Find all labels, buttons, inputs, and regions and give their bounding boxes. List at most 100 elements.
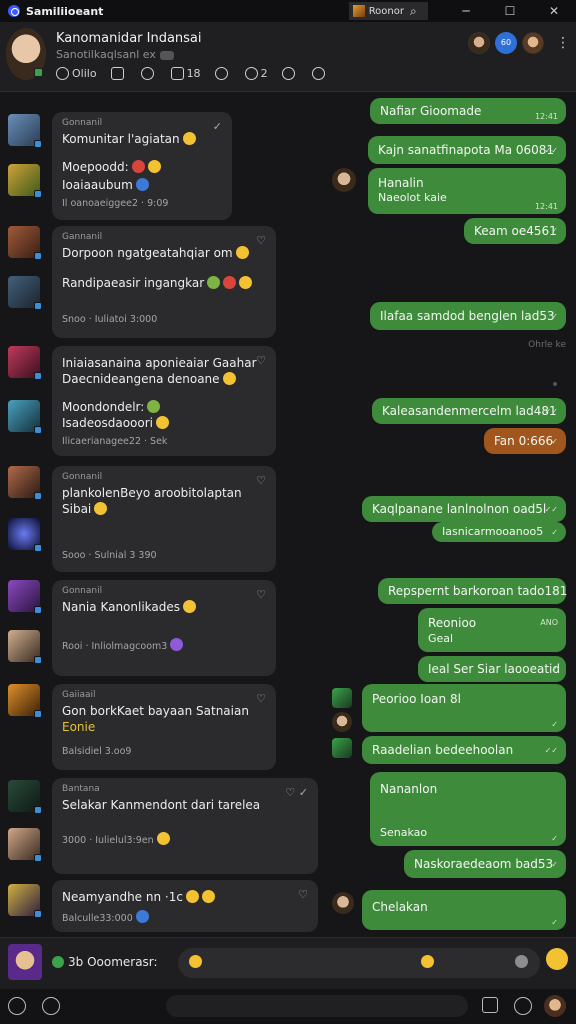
outgoing-message[interactable]: Kaqlpanane lanlnolnon oad5l ✓✓	[362, 496, 566, 522]
emoji-button[interactable]	[140, 67, 157, 80]
attach-icon[interactable]	[8, 997, 26, 1015]
chat-title[interactable]: Kanomanidar Indansai	[56, 31, 202, 46]
sender-avatar[interactable]	[8, 780, 42, 814]
outgoing-message[interactable]: Iasnicarmooanoo5 ✓	[432, 522, 566, 542]
like-heart-icon[interactable]: ♡	[256, 692, 266, 705]
incoming-message[interactable]: ♡ Iniaiasanaina aponieaiar Gaahar Daecni…	[52, 346, 276, 456]
emoji-icon[interactable]	[421, 955, 434, 968]
my-avatar[interactable]	[8, 944, 42, 980]
sender-avatar[interactable]	[8, 400, 42, 434]
plant-emoji-icon	[207, 276, 221, 289]
like-heart-icon[interactable]: ♡	[256, 474, 266, 487]
message-text: Eonie	[62, 720, 96, 734]
app-window: Samiliioeant Roonor ⌕ ─ ☐ ✕ Kanomanidar …	[0, 0, 576, 1024]
smile-emoji-icon	[222, 372, 236, 385]
lock-button[interactable]	[110, 67, 127, 80]
message-meta: Ilicaerianagee22 · Sek	[62, 436, 168, 447]
maximize-button[interactable]: ☐	[488, 4, 532, 18]
like-heart-icon[interactable]: ♡	[298, 888, 308, 901]
incoming-message[interactable]: Gonnanil ♡ plankolenBeyo aroobitolaptan …	[52, 466, 276, 572]
sender-avatar[interactable]	[8, 684, 42, 718]
read-check-icon[interactable]: ✓	[213, 120, 222, 133]
like-heart-icon[interactable]: ♡	[256, 354, 266, 367]
badge-emoji-icon	[135, 910, 149, 923]
people-button[interactable]: Olilo	[56, 67, 97, 80]
like-heart-icon[interactable]: ♡	[256, 234, 266, 247]
message-meta: Snoo · Iuliatoi 3:000	[62, 314, 158, 325]
more-menu-icon[interactable]: ⋮	[556, 35, 570, 51]
message-meta: Il oanoaeiggee2 · 9:09	[62, 198, 169, 209]
outgoing-message[interactable]: Nananlon Senakao ✓	[370, 772, 566, 846]
sender-avatar[interactable]	[8, 276, 42, 310]
close-button[interactable]: ✕	[532, 4, 576, 18]
emoji-icon[interactable]	[189, 955, 202, 968]
outgoing-message[interactable]: Reonioo Geal ANO	[418, 608, 566, 652]
message-text: Neamyandhe nn ·1c	[62, 890, 215, 904]
message-list[interactable]: Gonnanil ✓ Komunitar l'agiatan Moepoodd:…	[0, 92, 576, 937]
outgoing-message[interactable]: Chelakan ✓	[362, 890, 566, 930]
search-button[interactable]	[214, 67, 231, 80]
sender-avatar[interactable]	[8, 114, 42, 148]
sender-avatar[interactable]	[332, 168, 356, 192]
composer-label: 3b Ooomerasr:	[52, 955, 158, 969]
incoming-message[interactable]: Gannanil ♡ Dorpoon ngatgeatahqiar om Ran…	[52, 226, 276, 338]
outgoing-message[interactable]: Naskoraedeaom bad53 ✓	[404, 850, 566, 878]
profile-avatar[interactable]	[544, 995, 566, 1017]
plant-emoji-icon	[147, 400, 161, 413]
incoming-message[interactable]: Bantana ♡ ✓ Selakar Kanmendont dari tare…	[52, 778, 318, 874]
sticker-icon[interactable]	[482, 997, 498, 1013]
tools-button[interactable]	[311, 67, 328, 80]
incoming-message[interactable]: Gaiiaail ♡ Gon borkKaet bayaan Satnaian …	[52, 684, 276, 770]
message-input[interactable]	[178, 948, 540, 978]
sender-avatar[interactable]	[8, 164, 42, 198]
member-avatar[interactable]	[522, 32, 544, 54]
sender-avatar[interactable]	[8, 226, 42, 260]
status-icon	[34, 492, 42, 500]
outgoing-message[interactable]: Nafiar Gioomade 12:41	[370, 98, 566, 124]
incoming-message[interactable]: Gonnanil ♡ Nania Kanonlikades Rooi · Inl…	[52, 580, 276, 676]
reaction-icon[interactable]	[514, 997, 532, 1015]
sender-avatar[interactable]	[8, 630, 42, 664]
gif-icon[interactable]	[515, 955, 528, 968]
window-tab[interactable]: Roonor ⌕	[348, 2, 428, 20]
sender-avatar[interactable]	[332, 738, 352, 758]
sender-avatar[interactable]	[332, 688, 352, 708]
sender-avatar[interactable]	[8, 884, 42, 918]
outgoing-message[interactable]: Raadelian bedeehoolan ✓✓	[362, 736, 566, 764]
sender-avatar[interactable]	[8, 580, 42, 614]
sender-avatar[interactable]	[8, 466, 42, 500]
sender-avatar[interactable]	[332, 712, 352, 732]
outgoing-message[interactable]: Fan 0:666 ✓	[484, 428, 566, 454]
outgoing-message[interactable]: Ieal Ser Siar laooeatid ✓	[418, 656, 566, 682]
sender-avatar[interactable]	[8, 828, 42, 862]
incoming-message[interactable]: ♡ Neamyandhe nn ·1c Balculle33:000	[52, 880, 318, 932]
like-heart-icon[interactable]: ♡	[256, 588, 266, 601]
quick-bar[interactable]	[166, 995, 468, 1017]
emoji-picker-icon[interactable]	[546, 948, 568, 970]
status-icon	[34, 606, 42, 614]
outgoing-message[interactable]: Peorioo Ioan 8l ✓	[362, 684, 566, 732]
at-icon[interactable]	[42, 997, 60, 1015]
sender-avatar[interactable]	[8, 518, 42, 552]
outgoing-message[interactable]: Hanalin Naeolot kaie 12:41	[368, 168, 566, 214]
sender-avatar[interactable]	[332, 892, 354, 914]
message-text: Iniaiasanaina aponieaiar Gaahar	[62, 356, 257, 370]
minimize-button[interactable]: ─	[444, 4, 488, 18]
alert-button[interactable]	[281, 67, 298, 80]
search-icon[interactable]: ⌕	[410, 4, 424, 18]
outgoing-message[interactable]: Ilafaa samdod benglen lad53 ✓	[370, 302, 566, 330]
video-button[interactable]: 18	[170, 67, 201, 80]
outgoing-message[interactable]: Repspernt barkoroan tado181 ✓	[378, 578, 567, 604]
sender-name: Gaiiaail	[62, 690, 96, 700]
member-count-badge[interactable]: 60	[495, 32, 517, 54]
outgoing-message[interactable]: Kajn sanatfinapota Ma 06081 ✓✓	[368, 136, 566, 164]
outgoing-message[interactable]: Keam oe4561 ✓	[464, 218, 566, 244]
smile-emoji-icon	[185, 890, 199, 903]
sender-avatar[interactable]	[8, 346, 42, 380]
member-avatar[interactable]	[468, 32, 490, 54]
message-meta: Balculle33:000	[62, 910, 149, 924]
incoming-message[interactable]: Gonnanil ✓ Komunitar l'agiatan Moepoodd:…	[52, 112, 232, 220]
outgoing-message[interactable]: Kaleasandenmercelm lad481 ✓✓	[372, 398, 566, 424]
info-button[interactable]: 2	[244, 67, 268, 80]
reaction-icons[interactable]: ♡ ✓	[285, 786, 308, 799]
